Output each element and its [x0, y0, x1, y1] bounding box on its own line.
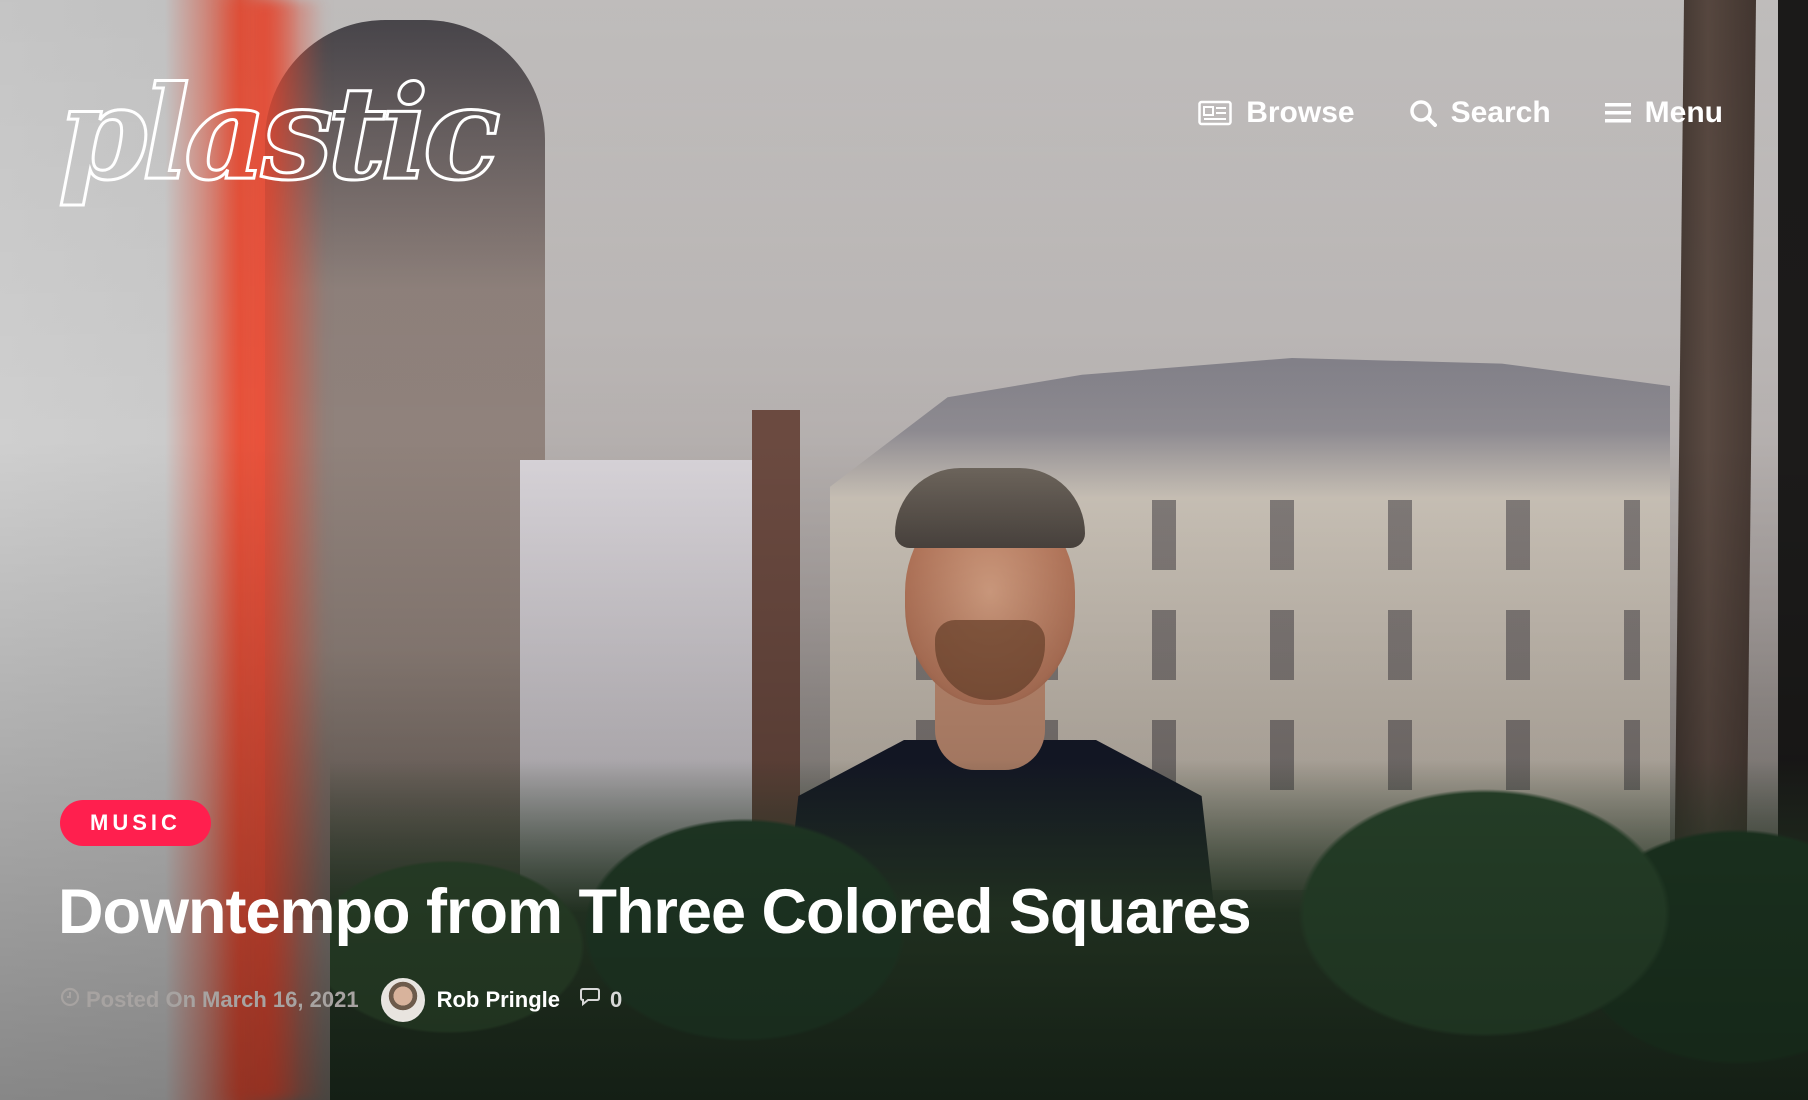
menu-label: Menu [1644, 96, 1723, 129]
author-link[interactable]: Rob Pringle [437, 987, 560, 1013]
comment-bubble-icon [578, 987, 602, 1013]
search-icon [1409, 99, 1437, 127]
svg-text:plastic: plastic [58, 59, 499, 209]
browse-button[interactable]: Browse [1198, 96, 1355, 130]
search-label: Search [1450, 96, 1551, 129]
site-logo[interactable]: plastic [57, 58, 558, 228]
post-date: Posted On March 16, 2021 [60, 987, 359, 1013]
newspaper-icon [1198, 100, 1232, 126]
comment-count: 0 [610, 987, 623, 1012]
search-button[interactable]: Search [1409, 96, 1551, 130]
author-avatar[interactable] [380, 978, 425, 1022]
browse-label: Browse [1246, 96, 1355, 129]
category-badge[interactable]: MUSIC [60, 800, 211, 846]
clock-icon [60, 987, 80, 1013]
article-meta: Posted On March 16, 2021 Rob Pringle 0 [60, 978, 622, 1022]
article-title: Downtempo from Three Colored Squares [58, 877, 1252, 947]
menu-button[interactable]: Menu [1604, 96, 1723, 130]
posted-prefix: Posted On [86, 987, 197, 1012]
hamburger-menu-icon [1604, 102, 1631, 124]
comments-link[interactable]: 0 [578, 987, 622, 1013]
main-nav: Browse Search Menu [1198, 96, 1723, 130]
logo-wordmark: plastic [57, 58, 507, 211]
posted-date: March 16, 2021 [202, 987, 359, 1012]
